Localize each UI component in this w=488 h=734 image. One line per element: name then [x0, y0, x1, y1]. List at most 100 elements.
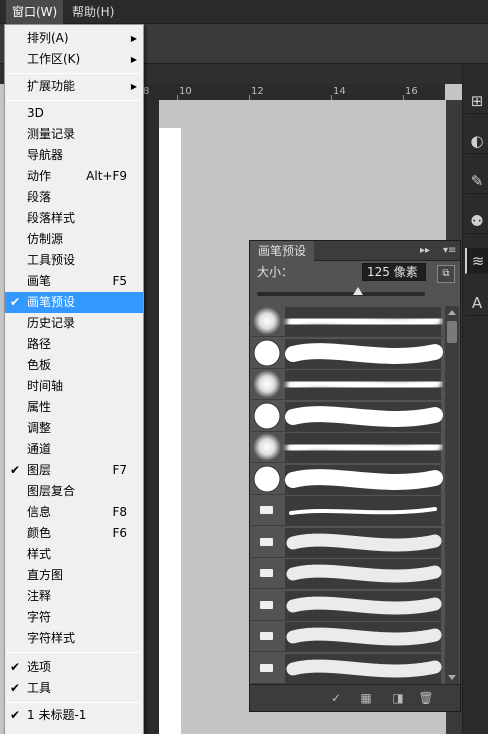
menu-item[interactable]: 颜色 F6: [5, 523, 143, 544]
menu-item[interactable]: ✔ 画笔预设: [5, 292, 143, 313]
menu-item[interactable]: 导航器: [5, 145, 143, 166]
document-canvas[interactable]: [159, 128, 181, 734]
new-brush-icon[interactable]: ⧉: [437, 265, 455, 283]
menu-item[interactable]: 通道: [5, 439, 143, 460]
grid-icon[interactable]: ▦: [358, 690, 374, 706]
scroll-thumb[interactable]: [447, 321, 457, 343]
clone-source-icon[interactable]: ⚉: [465, 208, 488, 234]
menu-item[interactable]: 排列(A) ▶: [5, 28, 143, 49]
menu-item[interactable]: 段落: [5, 187, 143, 208]
brush-preset-row[interactable]: [251, 558, 443, 589]
menu-item-shortcut: F6: [112, 526, 127, 540]
brush-stroke: [286, 564, 442, 583]
menu-item-shortcut: Alt+F9: [86, 169, 127, 183]
preset-list[interactable]: [251, 306, 443, 684]
menu-item[interactable]: 图层复合: [5, 481, 143, 502]
scroll-up-icon[interactable]: [448, 310, 456, 315]
hard-round-tip-icon: [253, 339, 281, 366]
brush-preview: [260, 527, 442, 557]
menu-item-label: 直方图: [27, 568, 64, 582]
panel-dock: ⊞ ◐ ✎ ⚉ ≋ A: [462, 64, 488, 734]
menu-item[interactable]: 信息 F8: [5, 502, 143, 523]
menu-item[interactable]: 测量记录: [5, 124, 143, 145]
size-input[interactable]: 125 像素: [362, 263, 426, 281]
menu-help[interactable]: 帮助(H): [66, 0, 120, 24]
menu-item-label: 段落样式: [27, 211, 76, 225]
character-panel-icon[interactable]: A: [465, 290, 488, 316]
menu-bar: 窗口(W) 帮助(H): [0, 0, 488, 24]
menu-item[interactable]: 动作 Alt+F9: [5, 166, 143, 187]
brush-preset-row[interactable]: [251, 432, 443, 463]
brush-preset-row[interactable]: [251, 653, 443, 684]
hard-round-tip-icon: [253, 465, 281, 492]
new-preset-icon[interactable]: ◨: [390, 690, 406, 706]
menu-item-shortcut: F8: [112, 505, 127, 519]
menu-item-label: 样式: [27, 547, 52, 561]
menu-item-label: 选项: [27, 660, 52, 674]
preset-scrollbar[interactable]: [445, 306, 459, 684]
soft-round-tip-icon: [253, 370, 281, 398]
menu-item[interactable]: ✔ 选项: [5, 657, 143, 678]
tab-brush-presets[interactable]: 画笔预设: [250, 241, 315, 261]
menu-item[interactable]: 注释: [5, 586, 143, 607]
menu-item[interactable]: 色板: [5, 355, 143, 376]
soft-round-tip-icon: [253, 433, 281, 461]
checkmark-icon: ✔: [10, 708, 21, 722]
brush-stroke: [286, 596, 442, 614]
brush-preset-row[interactable]: [251, 590, 443, 621]
brush-preset-row[interactable]: [251, 338, 443, 369]
menu-item[interactable]: 路径: [5, 334, 143, 355]
size-slider[interactable]: [257, 287, 425, 296]
menu-item[interactable]: 历史记录: [5, 313, 143, 334]
menu-item[interactable]: 扩展功能 ▶: [5, 76, 143, 97]
brush-preview: [260, 653, 442, 683]
brush-preview: [253, 401, 443, 431]
menu-item-label: 字符样式: [27, 631, 76, 645]
menu-item[interactable]: 画笔 F5: [5, 271, 143, 292]
color-panel-icon[interactable]: ◐: [465, 128, 488, 154]
menu-item[interactable]: 样式: [5, 544, 143, 565]
menu-item-label: 色板: [27, 358, 52, 372]
menu-item-label: 路径: [27, 337, 52, 351]
menu-item-label: 信息: [27, 505, 52, 519]
panel-menu-icon[interactable]: ▾≡: [443, 241, 456, 261]
menu-item[interactable]: 字符: [5, 607, 143, 628]
menu-item-label: 导航器: [27, 148, 64, 162]
brush-stroke: [286, 438, 442, 457]
collapse-icon[interactable]: ▸▸: [420, 241, 430, 261]
brush-preset-row[interactable]: [251, 369, 443, 400]
menu-item[interactable]: ✔ 图层 F7: [5, 460, 143, 481]
slider-thumb[interactable]: [352, 287, 363, 295]
menu-item-label: 调整: [27, 421, 52, 435]
brush-presets-icon[interactable]: ≋: [465, 248, 488, 274]
menu-separator: [7, 73, 141, 74]
checkmark-icon: ✔: [10, 463, 21, 477]
menu-item[interactable]: 直方图: [5, 565, 143, 586]
menu-item[interactable]: 3D: [5, 103, 143, 124]
menu-item[interactable]: 工作区(K) ▶: [5, 49, 143, 70]
scroll-down-icon[interactable]: [448, 675, 456, 680]
menu-item[interactable]: 仿制源: [5, 229, 143, 250]
toggle-brush-panel-icon[interactable]: ✓: [328, 690, 344, 706]
brush-preset-row[interactable]: [251, 527, 443, 558]
brush-preset-row[interactable]: [251, 621, 443, 652]
menu-item-shortcut: F7: [112, 463, 127, 477]
brush-preset-row[interactable]: [251, 306, 443, 337]
menu-item[interactable]: 属性: [5, 397, 143, 418]
menu-item-label: 工具预设: [27, 253, 76, 267]
menu-item[interactable]: 段落样式: [5, 208, 143, 229]
brush-panel-icon[interactable]: ✎: [465, 168, 488, 194]
brush-preview: [260, 496, 441, 525]
menu-item[interactable]: 调整: [5, 418, 143, 439]
menu-window[interactable]: 窗口(W): [6, 0, 64, 24]
menu-item[interactable]: ✔ 工具: [5, 678, 143, 699]
brush-preset-row[interactable]: [251, 495, 443, 526]
menu-item[interactable]: 时间轴: [5, 376, 143, 397]
menu-item[interactable]: 字符样式: [5, 628, 143, 649]
brush-preset-row[interactable]: [251, 464, 443, 495]
brush-preset-row[interactable]: [251, 401, 443, 432]
menu-item[interactable]: 工具预设: [5, 250, 143, 271]
trash-icon[interactable]: 🗑: [418, 690, 434, 706]
history-panel-icon[interactable]: ⊞: [465, 88, 488, 114]
menu-item[interactable]: ✔ 1 未标题-1: [5, 705, 143, 726]
